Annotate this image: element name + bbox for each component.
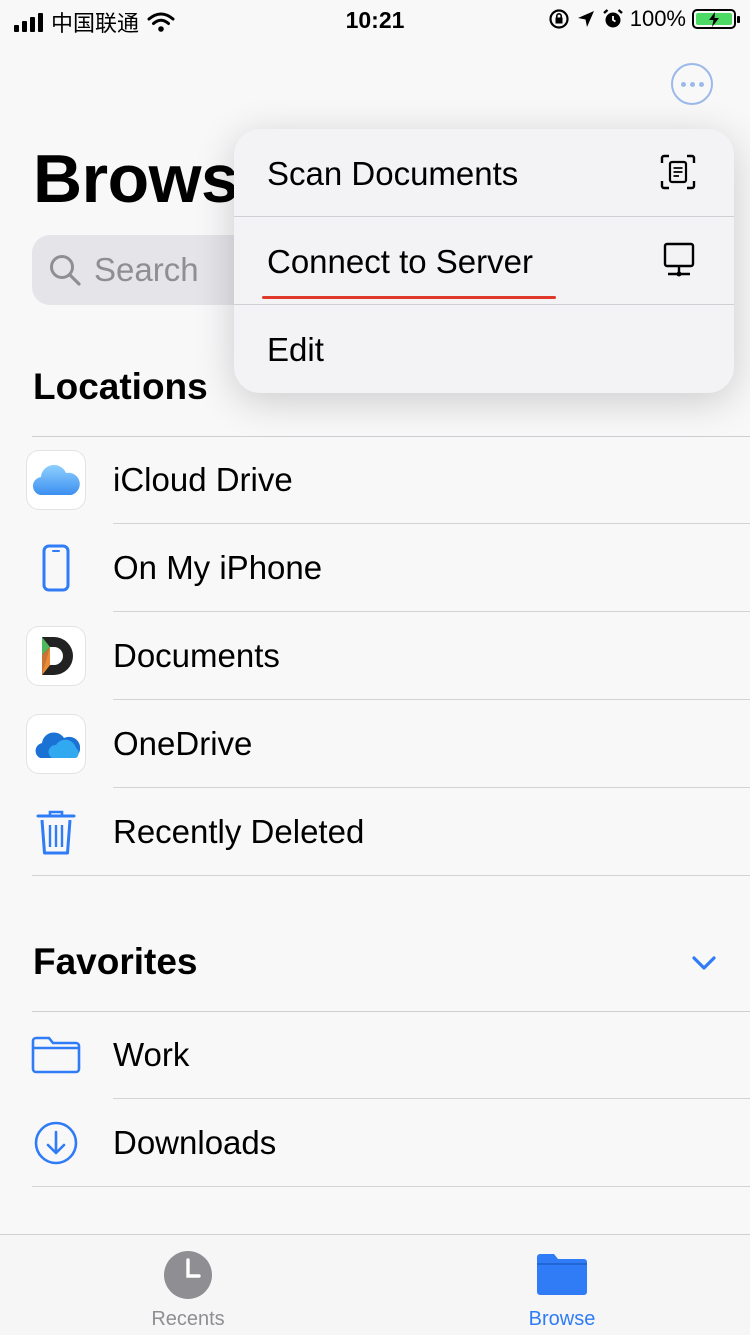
menu-item-label: Edit	[267, 331, 324, 368]
icloud-icon	[27, 451, 85, 509]
more-options-button[interactable]	[671, 63, 713, 105]
tab-bar: Recents Browse	[0, 1234, 750, 1335]
favorite-downloads[interactable]: Downloads	[0, 1099, 750, 1187]
location-label: Recently Deleted	[113, 813, 365, 850]
tab-label: Browse	[528, 1308, 596, 1330]
files-browse-screen: 中国联通 10:21 100% Browse Search Locations …	[0, 0, 750, 1335]
favorite-label: Work	[113, 1036, 190, 1073]
menu-item-connect-to-server[interactable]: Connect to Server	[234, 217, 734, 305]
scan-document-icon	[660, 154, 696, 190]
menu-item-scan-documents[interactable]: Scan Documents	[234, 129, 734, 217]
location-onedrive[interactable]: OneDrive	[0, 700, 750, 788]
documents-app-icon	[27, 627, 85, 685]
favorites-list: Work Downloads	[0, 1011, 750, 1187]
onedrive-icon	[27, 715, 85, 773]
trash-icon	[27, 803, 85, 861]
location-icloud-drive[interactable]: iCloud Drive	[0, 436, 750, 524]
locations-list: iCloud Drive On My iPhone Documents OneD…	[0, 436, 750, 876]
ellipsis-circle-icon	[680, 81, 686, 87]
location-arrow-icon	[577, 11, 594, 27]
battery-percent: 100%	[629, 6, 686, 31]
folder-filled-icon	[537, 1254, 587, 1295]
folder-icon	[27, 1026, 85, 1084]
server-icon	[663, 242, 695, 277]
location-label: iCloud Drive	[113, 461, 293, 498]
locations-section-title: Locations	[33, 366, 208, 407]
clock-icon	[164, 1251, 212, 1299]
iphone-icon	[27, 539, 85, 597]
location-recently-deleted[interactable]: Recently Deleted	[0, 788, 750, 876]
tab-recents[interactable]: Recents	[88, 1235, 288, 1335]
menu-item-label: Scan Documents	[267, 155, 519, 192]
location-label: Documents	[113, 637, 280, 674]
search-icon	[50, 255, 81, 286]
annotation-underline	[262, 296, 556, 299]
location-label: OneDrive	[113, 725, 253, 762]
favorite-work[interactable]: Work	[0, 1011, 750, 1099]
location-on-my-iphone[interactable]: On My iPhone	[0, 524, 750, 612]
location-documents[interactable]: Documents	[0, 612, 750, 700]
alarm-icon	[602, 9, 623, 28]
battery-charging-icon	[692, 9, 740, 29]
more-options-menu: Scan Documents Connect to Server Edit	[234, 129, 734, 393]
tab-label: Recents	[151, 1308, 225, 1330]
chevron-down-icon[interactable]	[690, 949, 718, 977]
menu-item-label: Connect to Server	[267, 243, 533, 280]
orientation-lock-icon	[549, 9, 569, 29]
location-label: On My iPhone	[113, 549, 323, 586]
tab-browse[interactable]: Browse	[462, 1235, 662, 1335]
favorites-section-title: Favorites	[33, 941, 198, 982]
status-bar: 中国联通 10:21 100%	[0, 0, 750, 40]
download-icon	[27, 1114, 85, 1172]
favorite-label: Downloads	[113, 1124, 277, 1161]
menu-item-edit[interactable]: Edit	[234, 305, 734, 393]
